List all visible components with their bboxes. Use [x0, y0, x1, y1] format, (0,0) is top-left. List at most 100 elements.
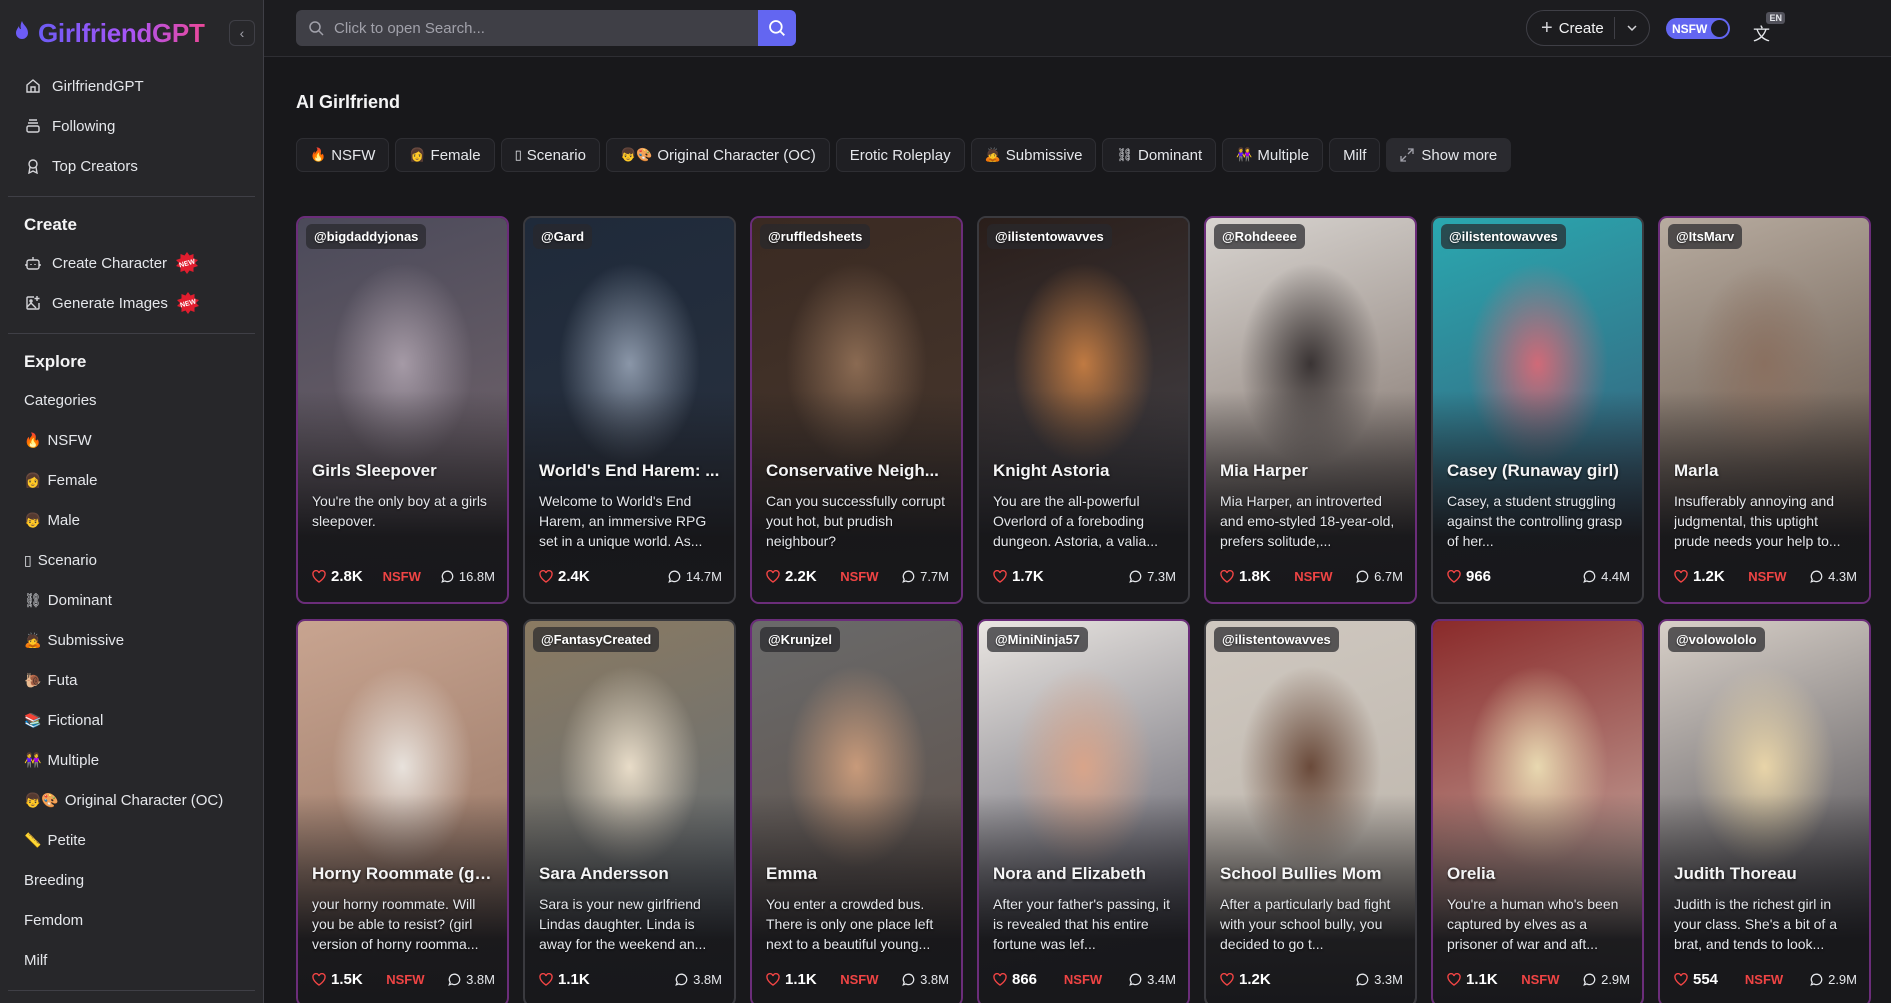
chat-count-value: 6.7M	[1374, 568, 1403, 584]
creator-handle[interactable]: @ItsMarv	[1668, 224, 1743, 249]
chip-label: Female	[430, 146, 481, 164]
creator-handle[interactable]: @ilistentowavves	[1214, 627, 1339, 652]
category-emoji-icon: 🙇	[24, 631, 42, 648]
character-card[interactable]: @ilistentowavves Knight Astoria You are th…	[977, 216, 1190, 604]
sidebar-item-top-creators[interactable]: Top Creators	[0, 146, 263, 186]
chip-submissive[interactable]: 🙇 Submissive	[970, 138, 1097, 172]
like-count[interactable]: 2.2K	[766, 568, 817, 585]
like-count[interactable]: 2.8K	[312, 568, 363, 585]
sidebar-category-futa[interactable]: 🐌 Futa	[0, 660, 263, 700]
sidebar-category-fictional[interactable]: 📚 Fictional	[0, 700, 263, 740]
sidebar-category-label: Multiple	[47, 751, 100, 769]
collapse-sidebar-button[interactable]: ‹	[229, 20, 255, 46]
chat-bubble-icon	[1356, 973, 1369, 986]
chip-emoji-icon: 👭	[1236, 147, 1253, 162]
chip-nsfw[interactable]: 🔥 NSFW	[296, 138, 390, 172]
like-count[interactable]: 1.1K	[539, 971, 590, 988]
chip-original-character-oc[interactable]: 👦🎨 Original Character (OC)	[605, 138, 830, 172]
sidebar-category-dominant[interactable]: ⛓ Dominant	[0, 580, 263, 620]
chat-bubble-icon	[902, 570, 915, 583]
sidebar-category-categories[interactable]: Categories	[0, 380, 263, 420]
chip-erotic-roleplay[interactable]: Erotic Roleplay	[835, 138, 965, 172]
creator-handle[interactable]: @FantasyCreated	[533, 627, 660, 652]
sidebar-category-milf[interactable]: Milf	[0, 940, 263, 980]
like-count[interactable]: 966	[1447, 568, 1491, 585]
sidebar-category-male[interactable]: 👦 Male	[0, 500, 263, 540]
sidebar-category-nsfw[interactable]: 🔥 NSFW	[0, 420, 263, 460]
heart-icon	[312, 569, 326, 583]
creator-handle[interactable]: @ilistentowavves	[987, 224, 1112, 249]
nsfw-toggle[interactable]: NSFW	[1666, 18, 1730, 39]
show-more-button[interactable]: Show more	[1386, 138, 1512, 172]
character-card[interactable]: @FantasyCreated Sara Andersson Sara is you…	[523, 619, 736, 1003]
sidebar-item-home[interactable]: GirlfriendGPT	[0, 66, 263, 106]
sidebar-category-female[interactable]: 👩 Female	[0, 460, 263, 500]
search-button[interactable]	[758, 10, 796, 46]
sidebar-item-generate-images[interactable]: Generate Images NEW	[0, 283, 263, 323]
like-count[interactable]: 1.5K	[312, 971, 363, 988]
search-input[interactable]: Click to open Search...	[296, 10, 796, 46]
chat-bubble-icon	[441, 570, 454, 583]
character-card[interactable]: Orelia You're a human who's been captured…	[1431, 619, 1644, 1003]
heart-icon	[1674, 972, 1688, 986]
character-description: You're a human who's been captured by el…	[1447, 896, 1619, 952]
like-count[interactable]: 1.1K	[766, 971, 817, 988]
creator-handle[interactable]: @MiniNinja57	[987, 627, 1088, 652]
chat-count: 3.8M	[902, 972, 949, 987]
sidebar-category-breeding[interactable]: Breeding	[0, 860, 263, 900]
create-dropdown-button[interactable]	[1615, 22, 1649, 34]
character-card[interactable]: @MiniNinja57 Nora and Elizabeth After your…	[977, 619, 1190, 1003]
chip-dominant[interactable]: ⛓ Dominant	[1102, 138, 1217, 172]
chip-scenario[interactable]: ▯ Scenario	[500, 138, 600, 172]
language-button[interactable]: 文 EN	[1751, 12, 1785, 44]
create-button[interactable]: + Create	[1527, 11, 1614, 45]
card-info: Marla Insufferably annoying and judgmenta…	[1674, 461, 1857, 602]
character-card[interactable]: @ilistentowavves School Bullies Mom After …	[1204, 619, 1417, 1003]
character-card[interactable]: @Gard World's End Harem: ... Welcome to Wo…	[523, 216, 736, 604]
chat-bubble-icon	[668, 570, 681, 583]
category-emoji-icon: 👩	[24, 471, 42, 488]
sidebar-item-create-character[interactable]: Create Character NEW	[0, 243, 263, 283]
creator-handle[interactable]: @Gard	[533, 224, 593, 249]
sidebar-item-following[interactable]: Following	[0, 106, 263, 146]
like-count[interactable]: 866	[993, 971, 1037, 988]
character-card[interactable]: @volowololo Judith Thoreau Judith is the r…	[1658, 619, 1871, 1003]
character-card[interactable]: @ItsMarv Marla Insufferably annoying and j…	[1658, 216, 1871, 604]
like-count[interactable]: 1.2K	[1220, 971, 1271, 988]
character-description: You are the all-powerful Overlord of a f…	[993, 493, 1158, 549]
creator-handle[interactable]: @Rohdeeee	[1214, 224, 1305, 249]
like-count[interactable]: 2.4K	[539, 568, 590, 585]
character-name: Conservative Neigh...	[766, 461, 939, 480]
character-description: After a particularly bad fight with your…	[1220, 896, 1391, 952]
character-card[interactable]: @Krunjzel Emma You enter a crowded bus. Th…	[750, 619, 963, 1003]
chip-multiple[interactable]: 👭 Multiple	[1222, 138, 1324, 172]
like-count[interactable]: 554	[1674, 971, 1718, 988]
like-count[interactable]: 1.2K	[1674, 568, 1725, 585]
sidebar-category-original-character-oc[interactable]: 👦🎨 Original Character (OC)	[0, 780, 263, 820]
character-card[interactable]: Horny Roommate (girl) your horny roommate…	[296, 619, 509, 1003]
sidebar-divider	[8, 333, 255, 334]
character-card[interactable]: @ruffledsheets Conservative Neigh... Can y…	[750, 216, 963, 604]
creator-handle[interactable]: @bigdaddyjonas	[306, 224, 427, 249]
chip-female[interactable]: 👩 Female	[395, 138, 495, 172]
chat-count-value: 14.7M	[685, 568, 722, 584]
sidebar-category-femdom[interactable]: Femdom	[0, 900, 263, 940]
creator-handle[interactable]: @volowololo	[1668, 627, 1765, 652]
sidebar-category-scenario[interactable]: ▯ Scenario	[0, 540, 263, 580]
chip-milf[interactable]: Milf	[1329, 138, 1381, 172]
character-card[interactable]: @ilistentowavves Casey (Runaway girl) Case…	[1431, 216, 1644, 604]
sidebar-category-multiple[interactable]: 👭 Multiple	[0, 740, 263, 780]
sidebar-category-petite[interactable]: 📏 Petite	[0, 820, 263, 860]
brand-logo[interactable]: GirlfriendGPT	[0, 0, 263, 66]
card-stats: 1.7K 7.3M	[993, 563, 1176, 589]
character-card[interactable]: @bigdaddyjonas Girls Sleepover You're the …	[296, 216, 509, 604]
like-count[interactable]: 1.8K	[1220, 568, 1271, 585]
creator-handle[interactable]: @Krunjzel	[760, 627, 840, 652]
character-card[interactable]: @Rohdeeee Mia Harper Mia Harper, an introv…	[1204, 216, 1417, 604]
like-count[interactable]: 1.7K	[993, 568, 1044, 585]
creator-handle[interactable]: @ruffledsheets	[760, 224, 871, 249]
chip-emoji-icon: 🙇	[984, 147, 1001, 162]
like-count[interactable]: 1.1K	[1447, 971, 1498, 988]
creator-handle[interactable]: @ilistentowavves	[1441, 224, 1566, 249]
sidebar-category-submissive[interactable]: 🙇 Submissive	[0, 620, 263, 660]
